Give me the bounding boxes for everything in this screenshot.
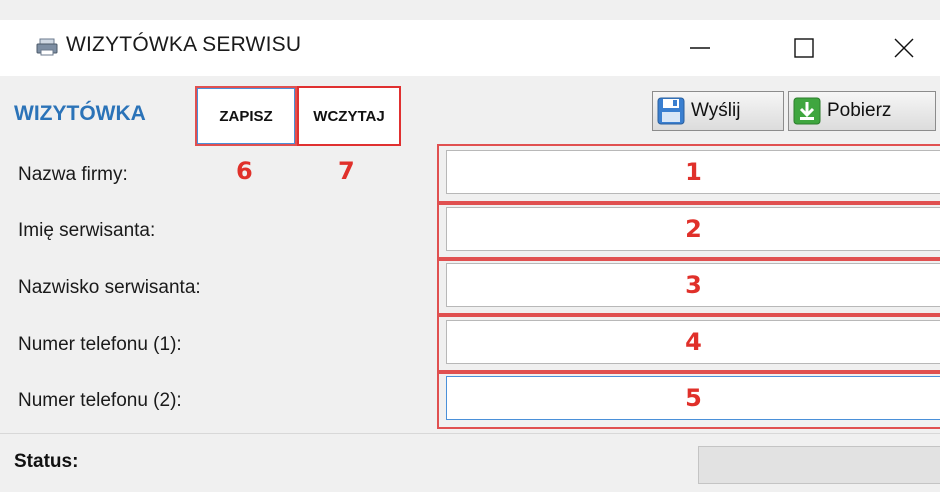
app-window: WIZYTÓWKA SERWISU WIZYTÓWKA ZAPISZ WCZYT… [0, 0, 940, 492]
load-button[interactable]: WCZYTAJ [297, 86, 401, 146]
minimize-icon [690, 47, 710, 49]
phone-2-label: Numer telefonu (2): [18, 390, 182, 411]
load-button-label: WCZYTAJ [313, 107, 385, 125]
save-button-focus-frame [197, 88, 295, 144]
technician-last-name-field[interactable]: 3 [446, 263, 940, 307]
annotation-2: 2 [685, 215, 702, 243]
download-arrow-icon [793, 97, 821, 125]
brand-label: WIZYTÓWKA [14, 102, 146, 125]
status-label: Status: [14, 451, 79, 472]
annotation-3: 3 [685, 271, 702, 299]
phone-1-label: Numer telefonu (1): [18, 334, 182, 355]
annotation-5: 5 [685, 384, 702, 412]
close-icon [894, 38, 914, 58]
minimize-button[interactable] [660, 20, 740, 76]
technician-first-name-label: Imię serwisanta: [18, 220, 156, 241]
status-bar: Status: [0, 433, 940, 492]
printer-icon [36, 38, 58, 56]
maximize-button[interactable] [764, 20, 844, 76]
annotation-4: 4 [685, 328, 702, 356]
phone-1-field[interactable]: 4 [446, 320, 940, 364]
save-button[interactable]: ZAPISZ [195, 86, 297, 146]
send-button[interactable]: Wyślij [652, 91, 784, 131]
technician-first-name-field[interactable]: 2 [446, 207, 940, 251]
company-name-label: Nazwa firmy: [18, 164, 128, 185]
download-button-label: Pobierz [827, 100, 892, 121]
floppy-disk-icon [657, 97, 685, 125]
technician-last-name-label: Nazwisko serwisanta: [18, 277, 201, 298]
send-button-label: Wyślij [691, 100, 741, 121]
window-title: WIZYTÓWKA SERWISU [66, 33, 302, 56]
annotation-1: 1 [685, 158, 702, 186]
phone-2-field[interactable]: 5 [446, 376, 940, 420]
title-bar: WIZYTÓWKA SERWISU [0, 20, 940, 76]
company-name-field[interactable]: 1 [446, 150, 940, 194]
toolbar: WIZYTÓWKA ZAPISZ WCZYTAJ Wyślij Pobierz [0, 82, 940, 146]
download-button[interactable]: Pobierz [788, 91, 936, 131]
maximize-icon [794, 38, 814, 58]
status-value-box [698, 446, 940, 484]
close-button[interactable] [864, 20, 940, 76]
